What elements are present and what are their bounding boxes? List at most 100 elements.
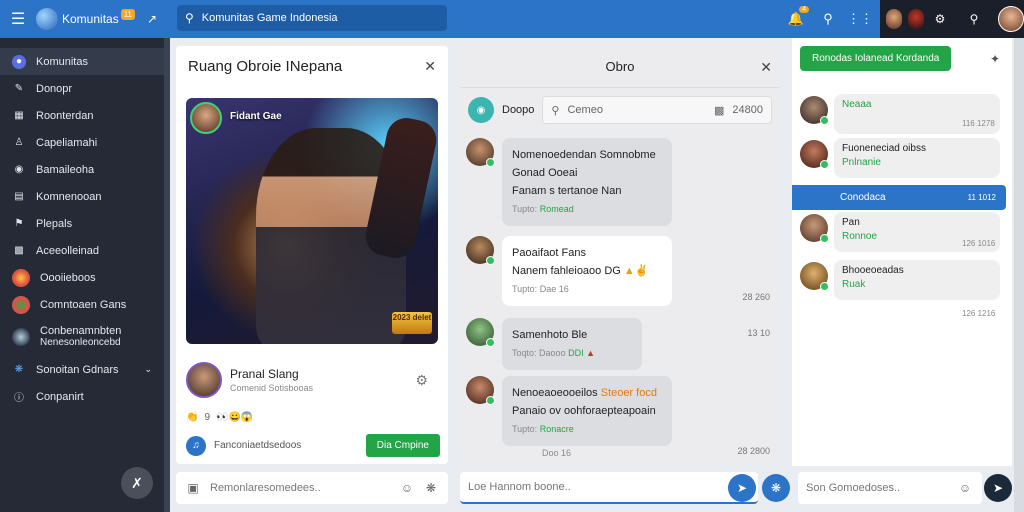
chat-icon: ▩ xyxy=(714,104,725,117)
emoji-icon[interactable]: ☺ xyxy=(398,481,416,495)
online-indicator xyxy=(486,158,495,167)
friend-avatar[interactable] xyxy=(908,9,924,29)
sidebar-item-label: Conpanirt xyxy=(36,390,84,403)
sidebar-item[interactable]: ♙ Capeliamahi xyxy=(0,129,164,156)
contact-item[interactable]: Bhooeoeadas Ruak xyxy=(800,260,1000,300)
contact-sub: Pnlnanie xyxy=(842,157,881,168)
sidebar-item-label: Komnenooan xyxy=(36,190,102,203)
pencil-icon: ✎ xyxy=(14,83,24,94)
sidebar-item[interactable]: ▩ Aceeolleinad xyxy=(0,237,164,264)
close-icon[interactable]: ✕ xyxy=(760,59,772,76)
user-avatar[interactable] xyxy=(466,318,495,347)
message-meta: Tupto: Ronacre xyxy=(512,424,574,434)
left-composer-placeholder: Remonlaresomedees.. xyxy=(210,482,321,494)
sidebar-item[interactable]: ⓘ Conpanirt xyxy=(0,383,164,410)
chat-message[interactable]: Nenoeaoeooeilos Steoer focd Panaio ov oo… xyxy=(466,376,672,446)
hamburger-menu-icon[interactable]: ☰ xyxy=(0,0,36,38)
user-avatar[interactable] xyxy=(466,236,495,265)
search-input[interactable]: ⚲ Komunitas Game Indonesia xyxy=(177,5,447,31)
chat-icon: ▩ xyxy=(14,245,24,256)
chat-search-input[interactable]: ⚲ Cemeo ▩ 24800 xyxy=(542,96,772,124)
footer-text: Fanconiaetdsedoos xyxy=(214,440,302,451)
send-button[interactable]: ➤ xyxy=(728,474,756,502)
emoji-icon[interactable]: ☺ xyxy=(956,481,974,495)
message-bubble: Samenhoto Ble Toqto: Daooo DDI ▲ xyxy=(502,318,642,370)
message-time: 28 260 xyxy=(742,292,770,302)
camera-icon[interactable]: ▣ xyxy=(184,481,202,495)
contacts-tabs: Ronodas Iolanead Kordanda ✦ xyxy=(792,38,1012,79)
contact-item-selected[interactable]: Conodaca 11 1012 xyxy=(792,185,1006,210)
contact-avatar xyxy=(800,214,829,243)
sidebar-item[interactable]: ▦ Roonterdan xyxy=(0,102,164,129)
sidebar-item-label: Comntoaen Gans xyxy=(40,298,127,311)
sidebar-item-komunitas[interactable]: ● Komunitas xyxy=(0,48,164,75)
document-icon: ▤ xyxy=(14,191,24,202)
gamepad-icon[interactable]: ❋ xyxy=(422,481,440,495)
settings-icon[interactable]: ⚙ xyxy=(930,12,950,26)
message-line: Panaio ov oohforaepteapoain xyxy=(512,405,656,417)
users-icon: ♙ xyxy=(14,137,24,148)
join-button[interactable]: Dia Cmpine xyxy=(365,434,440,457)
chat-input[interactable]: Loe Hannom boone.. xyxy=(460,472,758,504)
user-avatar[interactable] xyxy=(466,376,495,405)
contact-sub: Ruak xyxy=(842,279,866,290)
owner-avatar xyxy=(190,102,222,134)
chat-tools: ◉ Doopo ⚲ Cemeo ▩ 24800 xyxy=(460,88,780,132)
left-composer[interactable]: ▣ Remonlaresomedees.. ☺ ❋ xyxy=(176,472,448,504)
sidebar-item-label: Roonterdan xyxy=(36,109,94,122)
chat-message[interactable]: Samenhoto Ble Toqto: Daooo DDI ▲ xyxy=(466,318,642,370)
reactions[interactable]: 👏 9 👀😀😱 xyxy=(186,412,253,423)
sidebar-item-game[interactable]: Comntoaen Gans xyxy=(0,291,164,318)
pin-icon[interactable]: ✦ xyxy=(990,52,1000,66)
gamepad-button[interactable]: ❋ xyxy=(762,474,790,502)
contacts-tab[interactable]: Ronodas Iolanead Kordanda xyxy=(800,46,952,71)
close-icon[interactable]: ✕ xyxy=(424,58,436,75)
chat-label: Doopo xyxy=(502,104,535,116)
post-title: Ruang Obroie INepana xyxy=(188,57,343,75)
chat-composer[interactable]: Loe Hannom boone.. ➤ ❋ xyxy=(460,472,790,504)
message-time: 28 2800 xyxy=(737,446,770,456)
notification-icon[interactable]: 🔔 4 xyxy=(785,6,809,30)
sidebar-item[interactable]: ✎ Donopr xyxy=(0,75,164,102)
gamepad-icon: ❋ xyxy=(14,364,24,375)
sidebar-item[interactable]: ⚑ Plepals xyxy=(0,210,164,237)
contact-time: 126 1216 xyxy=(962,309,996,318)
right-composer[interactable]: Son Gomoedoses.. ☺ xyxy=(798,472,982,504)
user-actions: ⚙ ⚲ xyxy=(880,0,1024,38)
expand-icon[interactable]: ↗ xyxy=(147,12,157,26)
author-name[interactable]: Pranal Slang xyxy=(230,367,313,381)
user-avatar[interactable] xyxy=(998,6,1024,32)
post-footer: ♫ Fanconiaetdsedoos Dia Cmpine xyxy=(186,434,440,457)
clap-icon: 👏 xyxy=(186,412,199,423)
sidebar-item-group[interactable]: ❋ Sonoitan Gdnars ⌄ xyxy=(0,356,164,383)
apps-grid-icon[interactable]: ⋮⋮ xyxy=(847,8,873,30)
contact-avatar xyxy=(800,96,829,125)
sidebar-item[interactable]: ◉ Bamaileoha xyxy=(0,156,164,183)
online-indicator xyxy=(486,256,495,265)
chevron-down-icon[interactable]: ⌄ xyxy=(144,364,152,375)
location-icon[interactable]: ◉ xyxy=(468,97,494,123)
sidebar-item[interactable]: ▤ Komnenooan xyxy=(0,183,164,210)
contact-item[interactable]: Neaaa xyxy=(800,94,1000,134)
search-people-icon[interactable]: ⚲ xyxy=(817,8,839,30)
friend-avatar[interactable] xyxy=(886,9,902,29)
send-button[interactable]: ➤ xyxy=(984,474,1012,502)
author-avatar[interactable] xyxy=(186,362,222,398)
sidebar-scrollbar[interactable] xyxy=(164,38,170,512)
chat-message[interactable]: Paoaifaot Fans Nanem fahleioaoo DG ▲✌ Tu… xyxy=(466,236,672,306)
community-icon: ● xyxy=(12,54,26,69)
sidebar-item-game[interactable]: Oooiieboos xyxy=(0,264,164,291)
sidebar-item-sublabel: Nenesonleoncebd xyxy=(40,337,121,348)
contact-time: 116 1278 xyxy=(962,119,995,128)
chat-message[interactable]: Nomenoedendan Somnobme Gonad Ooeai Fanam… xyxy=(466,138,672,226)
close-fab-button[interactable]: ✗ xyxy=(121,467,153,499)
search-icon[interactable]: ⚲ xyxy=(964,12,984,26)
sidebar-item-game[interactable]: Conbenamnbten Nenesonleoncebd xyxy=(0,318,164,356)
settings-icon[interactable]: ⚙ xyxy=(415,372,428,389)
contact-item[interactable]: Fuoneneciad oibss Pnlnanie xyxy=(800,138,1000,178)
user-avatar[interactable] xyxy=(466,138,495,167)
right-scrollbar[interactable] xyxy=(1014,38,1024,512)
post-image[interactable]: Fidant Gae 2023 delet xyxy=(186,98,438,344)
reaction-count: 9 xyxy=(204,412,211,423)
emoji-icon: ▲✌ xyxy=(623,265,649,277)
